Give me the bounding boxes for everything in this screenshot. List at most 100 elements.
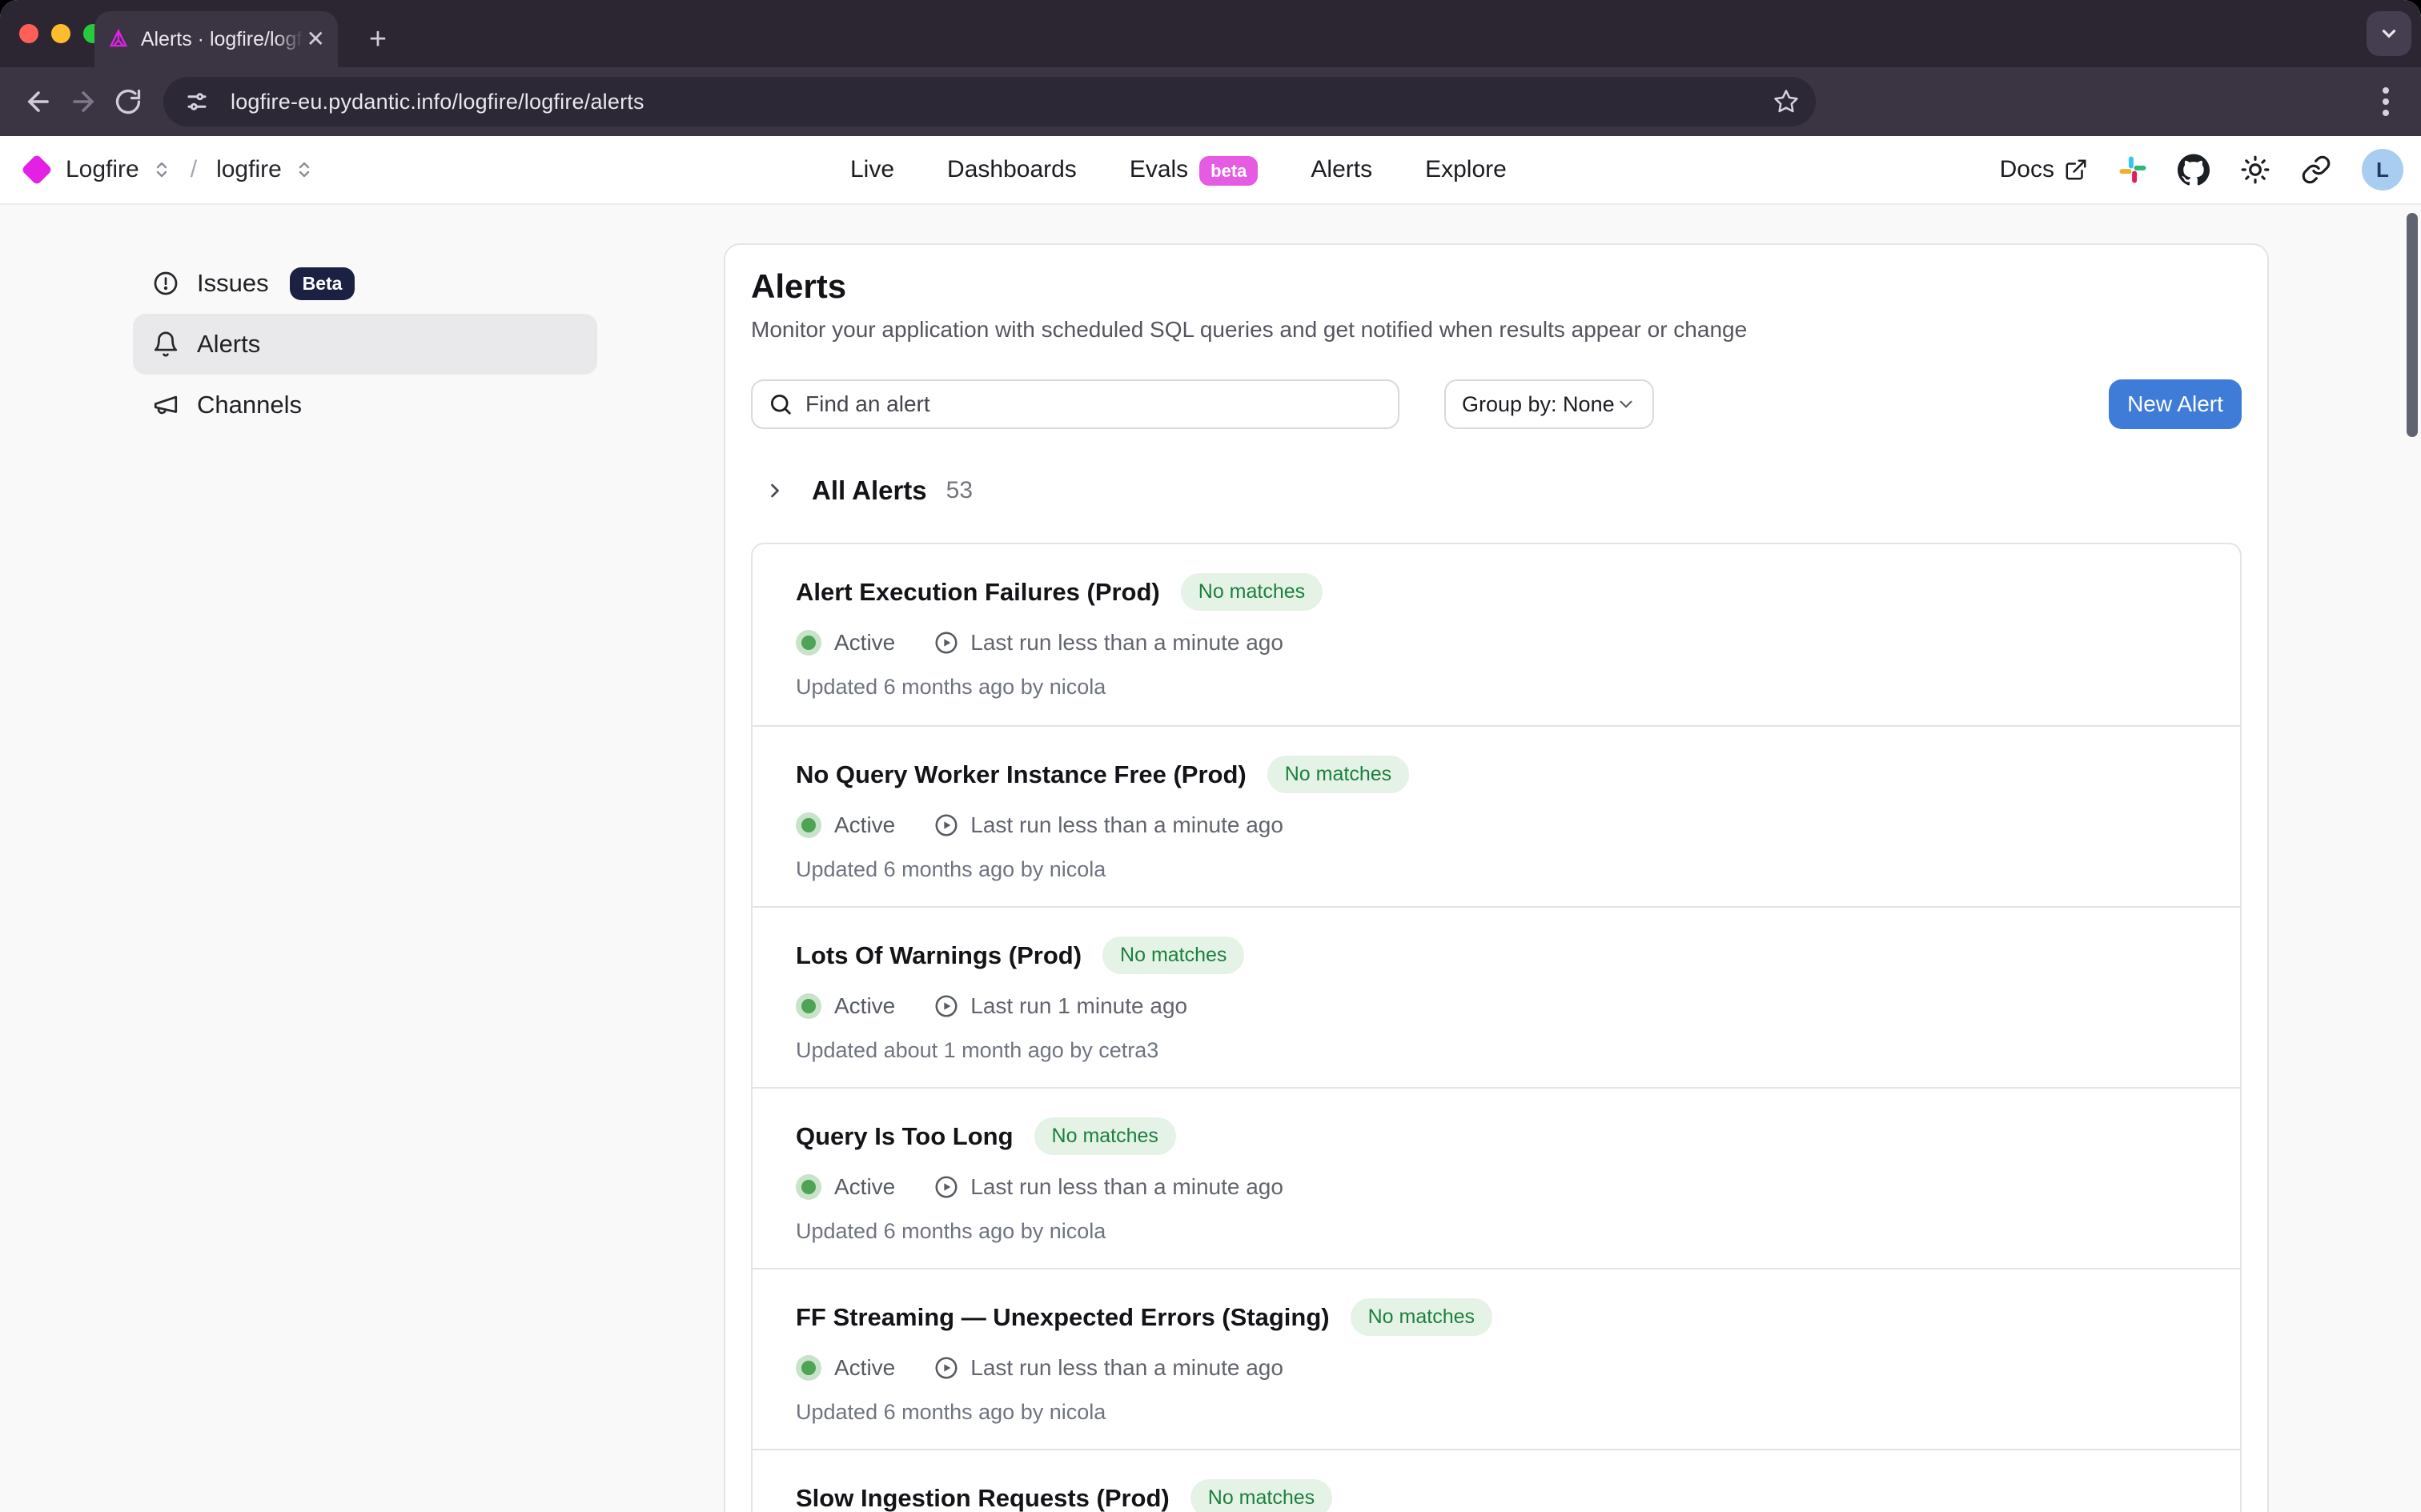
alert-title[interactable]: Alert Execution Failures (Prod) (796, 578, 1160, 607)
no-matches-badge: No matches (1351, 1298, 1492, 1336)
page-subtitle: Monitor your application with scheduled … (751, 317, 2242, 343)
status-label: Active (834, 993, 895, 1019)
new-tab-button[interactable]: + (360, 24, 395, 54)
breadcrumb-separator: / (191, 156, 197, 183)
active-status-icon (796, 993, 821, 1019)
back-arrow-icon (23, 86, 54, 117)
github-icon[interactable] (2178, 154, 2210, 186)
bell-icon (152, 331, 179, 358)
no-matches-badge: No matches (1267, 756, 1409, 793)
org-switcher[interactable]: Logfire / logfire (21, 156, 314, 183)
page-title: Alerts (751, 267, 2242, 306)
alert-card[interactable]: Query Is Too Long No matches Active Last… (753, 1087, 2240, 1268)
nav-evals[interactable]: Evalsbeta (1130, 156, 1259, 183)
nav-dashboards[interactable]: Dashboards (947, 156, 1077, 183)
main-nav: Live Dashboards Evalsbeta Alerts Explore (850, 136, 1507, 203)
last-run-label: Last run less than a minute ago (970, 630, 1283, 656)
search-input[interactable] (805, 391, 1382, 417)
last-run-label: Last run less than a minute ago (970, 1174, 1283, 1200)
alert-card[interactable]: Lots Of Warnings (Prod) No matches Activ… (753, 906, 2240, 1087)
alert-title[interactable]: Lots Of Warnings (Prod) (796, 941, 1082, 970)
new-alert-button[interactable]: New Alert (2109, 379, 2242, 429)
alert-list: Alert Execution Failures (Prod) No match… (751, 543, 2242, 1512)
alert-title[interactable]: Query Is Too Long (796, 1122, 1014, 1151)
theme-sun-icon[interactable] (2240, 154, 2270, 185)
url-text[interactable]: logfire-eu.pydantic.info/logfire/logfire… (231, 90, 1773, 114)
all-alerts-group[interactable]: All Alerts 53 (751, 475, 2242, 506)
play-circle-icon (933, 812, 959, 838)
chevron-down-icon (1616, 394, 1636, 415)
play-circle-icon (933, 1174, 959, 1200)
sidebar: Issues Beta Alerts Channels (0, 205, 724, 1512)
no-matches-badge: No matches (1102, 936, 1244, 974)
alert-card[interactable]: Slow Ingestion Requests (Prod) No matche… (753, 1449, 2240, 1512)
tab-close-icon[interactable]: ✕ (307, 28, 325, 50)
group-by-select[interactable]: Group by: None (1444, 379, 1654, 429)
minimize-window-button[interactable] (51, 24, 70, 43)
alert-title[interactable]: Slow Ingestion Requests (Prod) (796, 1484, 1170, 1512)
sidebar-item-issues[interactable]: Issues Beta (133, 253, 597, 314)
tab-title: Alerts · logfire/logfire · Pydant (141, 28, 303, 51)
no-matches-badge: No matches (1190, 1479, 1332, 1512)
alert-title[interactable]: No Query Worker Instance Free (Prod) (796, 760, 1247, 789)
close-window-button[interactable] (19, 24, 38, 43)
updated-label: Updated 6 months ago by nicola (796, 675, 2197, 700)
sidebar-item-alerts[interactable]: Alerts (133, 314, 597, 375)
updated-label: Updated 6 months ago by nicola (796, 1400, 2197, 1425)
group-count: 53 (946, 477, 973, 504)
evals-beta-badge: beta (1199, 156, 1258, 186)
alerts-controls: Group by: None New Alert (751, 379, 2242, 429)
no-matches-badge: No matches (1181, 573, 1323, 611)
browser-tab[interactable]: Alerts · logfire/logfire · Pydant ✕ (94, 11, 338, 67)
pydantic-favicon (107, 28, 130, 50)
chevrons-up-down-icon (295, 160, 314, 179)
no-matches-badge: No matches (1034, 1117, 1176, 1155)
issues-beta-badge: Beta (290, 267, 355, 300)
site-settings-icon[interactable] (179, 84, 215, 119)
search-alert-box[interactable] (751, 379, 1399, 429)
traffic-lights (19, 24, 102, 43)
alert-card[interactable]: Alert Execution Failures (Prod) No match… (753, 544, 2240, 725)
browser-toolbar: logfire-eu.pydantic.info/logfire/logfire… (0, 67, 2421, 136)
external-link-icon (2064, 158, 2088, 182)
address-bar[interactable]: logfire-eu.pydantic.info/logfire/logfire… (163, 77, 1816, 126)
status-label: Active (834, 630, 895, 656)
updated-label: Updated about 1 month ago by cetra3 (796, 1038, 2197, 1063)
megaphone-icon (152, 391, 179, 419)
browser-window: Alerts · logfire/logfire · Pydant ✕ + lo… (0, 0, 2421, 1512)
play-circle-icon (933, 1355, 959, 1381)
org-name[interactable]: Logfire (66, 156, 139, 183)
sidebar-item-channels[interactable]: Channels (133, 375, 597, 435)
active-status-icon (796, 630, 821, 656)
play-circle-icon (933, 630, 959, 656)
active-status-icon (796, 812, 821, 838)
back-button[interactable] (16, 79, 61, 124)
browser-menu-button[interactable] (2367, 87, 2405, 116)
alert-title[interactable]: FF Streaming — Unexpected Errors (Stagin… (796, 1303, 1330, 1332)
nav-alerts[interactable]: Alerts (1311, 156, 1372, 183)
nav-live[interactable]: Live (850, 156, 894, 183)
status-label: Active (834, 1355, 895, 1381)
nav-explore[interactable]: Explore (1425, 156, 1507, 183)
active-status-icon (796, 1355, 821, 1381)
slack-icon[interactable] (2118, 155, 2147, 184)
app-header: Logfire / logfire Live Dashboards Evalsb… (0, 136, 2421, 205)
tab-search-button[interactable] (2367, 11, 2411, 56)
alert-card[interactable]: No Query Worker Instance Free (Prod) No … (753, 725, 2240, 906)
bookmark-star-icon[interactable] (1773, 88, 1800, 115)
reload-icon (114, 87, 143, 116)
logfire-logo (21, 154, 53, 186)
forward-arrow-icon (68, 86, 98, 117)
chevron-right-icon[interactable] (764, 479, 786, 502)
group-title: All Alerts (812, 475, 927, 506)
docs-link[interactable]: Docs (2000, 156, 2088, 183)
project-name[interactable]: logfire (216, 156, 282, 183)
user-avatar[interactable]: L (2362, 149, 2403, 191)
forward-button[interactable] (61, 79, 106, 124)
alert-card[interactable]: FF Streaming — Unexpected Errors (Stagin… (753, 1268, 2240, 1449)
last-run-label: Last run 1 minute ago (970, 993, 1187, 1019)
share-link-icon[interactable] (2301, 154, 2331, 185)
reload-button[interactable] (106, 79, 151, 124)
page-scrollbar-thumb[interactable] (2407, 213, 2418, 437)
status-label: Active (834, 812, 895, 838)
